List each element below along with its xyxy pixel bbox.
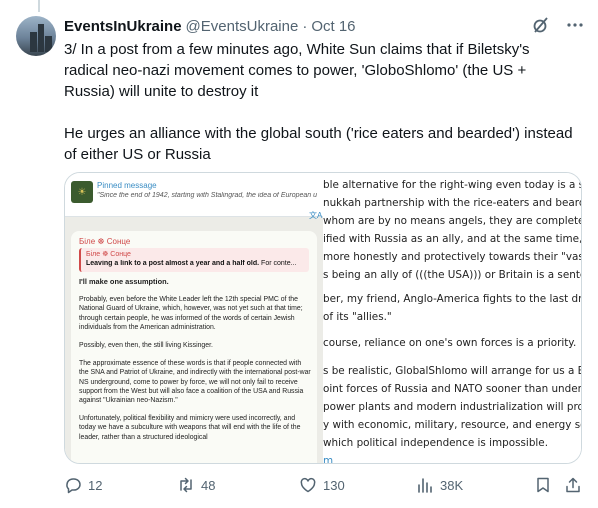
analytics-icon [418,478,432,493]
channel-logo-icon: ☀ [71,181,93,203]
heart-icon [300,477,316,493]
message-paragraph: Unfortunately, political flexibility and… [79,415,301,441]
pinned-message-bar: ☀ Pinned message "Since the end of 1942,… [65,173,323,217]
translated-line: nukkah partnership with the rice-eaters … [323,197,582,209]
views-button[interactable]: 38K [416,476,463,494]
reply-icon [66,478,81,494]
separator-dot: · [302,17,308,35]
translated-line: whom are by no means angels, they are co… [323,215,582,227]
reply-count: 12 [88,477,103,493]
user-handle[interactable]: @EventsUkraine [186,18,299,35]
tweet-date[interactable]: Oct 16 [311,18,355,35]
tweet-text: 3/ In a post from a few minutes ago, Whi… [64,39,574,165]
attached-screenshot[interactable]: ☀ Pinned message "Since the end of 1942,… [64,172,582,464]
translated-line: of its "allies." [323,311,392,323]
bookmark-button[interactable] [534,476,552,494]
translated-line: power plants and modern industrializatio… [323,401,582,413]
tweet-header: EventsInUkraine @EventsUkraine · Oct 16 [64,14,584,38]
more-options-icon[interactable] [566,16,584,39]
reply-quote: Біле ☸ Сонце Leaving a link to a post al… [79,248,309,272]
translated-line: s being an ally of (((the USA))) or Brit… [323,269,582,281]
reply-text-rest: For conte... [259,260,297,267]
view-count: 38K [440,477,464,493]
translated-line: which political independence is impossib… [323,437,549,449]
avatar[interactable] [16,16,56,56]
telegram-pane: ☀ Pinned message "Since the end of 1942,… [65,173,323,463]
share-button[interactable] [564,476,582,494]
reply-name: Біле ☸ Сонце [86,251,131,258]
reply-text-bold: Leaving a link to a post almost a year a… [86,260,260,267]
translate-icon: 文A [309,211,323,220]
channel-name: Біле ☸ Сонце [79,237,131,246]
translated-line: oint forces of Russia and NATO sooner th… [323,383,582,395]
share-icon [566,477,580,493]
grok-slash-icon[interactable] [532,16,550,39]
like-count: 130 [323,477,345,493]
translated-line: ified with Russia as an ally, and at the… [323,233,582,245]
tweet-actions: 12 48 130 38K [64,476,584,498]
pinned-text: "Since the end of 1942, starting with St… [97,192,318,199]
message-paragraph: The approximate essence of these words i… [79,360,311,405]
translated-line-link: m [323,455,334,464]
tweet-paragraph: 3/ In a post from a few minutes ago, Whi… [64,41,530,100]
tweet: EventsInUkraine @EventsUkraine · Oct 16 … [64,14,584,165]
avatar-building-shape [45,36,52,52]
message-body: I'll make one assumption. Probably, even… [79,277,311,451]
reply-button[interactable]: 12 [64,476,102,494]
translated-line: ble alternative for the right-wing even … [323,179,582,191]
reply-text: Leaving a link to a post almost a year a… [86,260,308,267]
tweet-paragraph: He urges an alliance with the global sou… [64,125,573,163]
translated-line: s be realistic, GlobalShlomo will arrang… [323,365,582,377]
thread-connector-line [38,0,40,12]
header-icons [532,16,584,39]
avatar-building-shape [38,24,44,52]
like-button[interactable]: 130 [299,476,345,494]
translated-line: ber, my friend, Anglo-America fights to … [323,293,582,305]
translated-line: course, reliance on one's own forces is … [323,337,577,349]
pinned-title: Pinned message [97,181,157,190]
repost-button[interactable]: 48 [177,476,215,494]
message-paragraph: Possibly, even then, the still living Ki… [79,342,213,350]
bookmark-icon [537,477,549,493]
translated-text-pane: ble alternative for the right-wing even … [323,173,582,464]
translated-line: y with economic, military, resource, and… [323,419,582,431]
display-name[interactable]: EventsInUkraine [64,18,182,35]
message-bubble: Біле ☸ Сонце Біле ☸ Сонце Leaving a link… [71,231,317,463]
translated-line: more honestly and protectively towards t… [323,251,582,263]
repost-icon [180,477,192,493]
message-paragraph: Probably, even before the White Leader l… [79,296,303,331]
repost-count: 48 [201,477,216,493]
avatar-building-shape [30,32,37,52]
message-paragraph: I'll make one assumption. [79,277,169,286]
